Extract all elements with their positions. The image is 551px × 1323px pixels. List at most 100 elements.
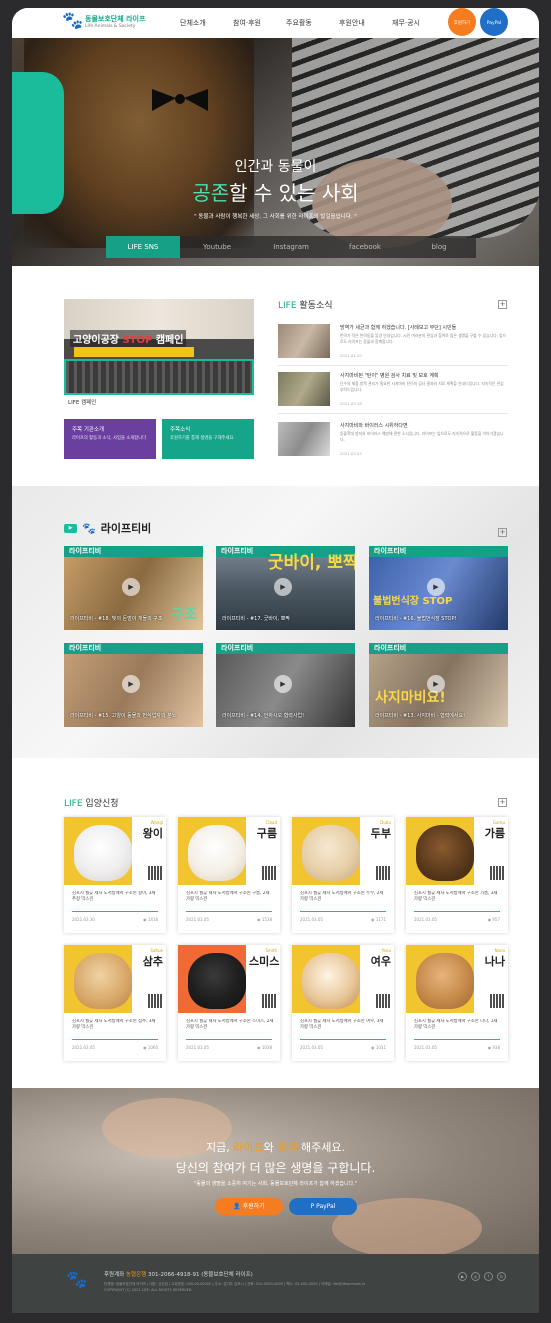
quick-box-about[interactable]: 주목 기관소개 라이프의 활동과 소식, 사업을 소개합니다 [64, 419, 156, 459]
adoption-section: LIFE 입양신청 + Wangi 왕이 김포시 월곶 세사 도서방에서 구조된 … [12, 758, 539, 1088]
adoption-photo: Wangi 왕이 [64, 817, 166, 885]
cta-line1-post: 해주세요. [301, 1141, 345, 1154]
header-paypal-label: PayPal [486, 21, 502, 26]
adoption-card[interactable]: Yeou 여우 김포시 월곶 세사 도서방에서 구조된 여우, 3세 가량 믹스견… [292, 945, 394, 1061]
youtube-icon[interactable]: ▶ [458, 1272, 467, 1281]
tab-instagram[interactable]: Instagram [254, 236, 328, 258]
tab-youtube[interactable]: Youtube [180, 236, 254, 258]
video-card[interactable]: 라이프티비 사지마비요! ▶ 라이프티비 - #13. 사지마비 - 협력에서요… [369, 643, 508, 727]
lifetv-more-button[interactable]: + [498, 528, 507, 537]
cta-line1-mid: 와 [263, 1141, 274, 1154]
campaign-title-post: 캠페인 [155, 335, 184, 346]
adoption-card[interactable]: Dubu 두부 김포시 월곶 세사 도서방에서 구조된 두부, 2세 가량 믹스견… [292, 817, 394, 933]
adoption-card[interactable]: Smith 스미스 김포시 월곶 세사 도서방에서 구조된 스미스, 2세 가량 … [178, 945, 280, 1061]
footer-info: 단체명: 동물보호단체 라이프 | 대표: 심인섭 | 고유번호: 000-00… [104, 1282, 434, 1293]
video-card[interactable]: 라이프티비 불법번식장 STOP ▶ 라이프티비 - #16. 불법번식장 ST… [369, 546, 508, 630]
dog-image [74, 953, 132, 1009]
play-icon[interactable]: ▶ [122, 675, 140, 693]
card-divider [414, 1039, 500, 1040]
card-views: ◉ 938 [487, 1045, 500, 1050]
hero-highlight: 공존 [192, 181, 230, 205]
adoption-title: LIFE 입양신청 [64, 796, 119, 809]
adoption-card[interactable]: Nana 나나 김포시 월곶 세사 도서방에서 구조된 나나, 1세 가량 믹스견… [406, 945, 508, 1061]
nav-item-about[interactable]: 단체소개 [180, 18, 233, 28]
qr-code-icon [148, 866, 162, 880]
blog-icon[interactable]: b [497, 1272, 506, 1281]
instagram-icon[interactable]: ◎ [471, 1272, 480, 1281]
campaign-banner[interactable]: 고양이공장 STOP 캠페인 LIFE 캠페인 [64, 299, 254, 407]
video-card[interactable]: 라이프티비 굿바이, 뽀짝 ▶ 라이프티비 - #17. 굿바이, 뽀짝 [216, 546, 355, 630]
dog-image [74, 825, 132, 881]
play-icon[interactable]: ▶ [427, 578, 445, 596]
nav-item-participate[interactable]: 참여·후원 [233, 18, 286, 28]
card-views: ◉ 1031 [371, 1045, 386, 1050]
adoption-name-panel: Saltue 삼추 [132, 945, 166, 1013]
adoption-card[interactable]: Wangi 왕이 김포시 월곶 세사 도서방에서 구조된 왕이, 3세 추정 믹스… [64, 817, 166, 933]
card-text: 김포시 월곶 세사 도서방에서 구조된 삼추, 3세 가량 믹스견 [72, 1019, 156, 1031]
news-item[interactable]: 사지마비와 바이러스 시위하다면 동물학대 방지와 바이러스 예방에 관한 소식… [278, 422, 508, 464]
dog-name: 구름 [256, 827, 277, 840]
activity-more-button[interactable]: + [498, 300, 507, 309]
card-text: 김포시 월곶 세사 도서방에서 구조된 구름, 2세 가량 믹스견 [186, 891, 270, 903]
card-views: ◉ 1538 [257, 917, 272, 922]
paw-logo-icon: 🐾 [62, 11, 84, 31]
cta-paypal-button[interactable]: P PayPal [289, 1198, 357, 1215]
footer-copyright: COPYRIGHT (C) 2021 LIFE. ALL RIGHTS RESE… [104, 1287, 193, 1292]
card-text: 김포시 월곶 세사 도서방에서 구조된 가름, 3세 가량 믹스견 [414, 891, 498, 903]
dog-image [188, 825, 246, 881]
sns-tab-bar: LIFE SNS Youtube Instagram facebook blog [106, 236, 476, 258]
campaign-title: 고양이공장 STOP 캠페인 [70, 330, 187, 347]
card-divider [300, 911, 386, 912]
tab-life-sns[interactable]: LIFE SNS [106, 236, 180, 258]
cta-line2: 당신의 참여가 더 많은 생명을 구합니다. [175, 1161, 376, 1175]
news-item[interactable]: 사지마비된 "탄이" 병원 검사 치료 및 보호 계획 단수의 체중 방목 관리… [278, 372, 508, 414]
campaign-title-pre: 고양이공장 [73, 335, 119, 346]
nav-item-activities[interactable]: 주요활동 [286, 18, 339, 28]
activity-news-title: LIFE 활동소식 [278, 298, 333, 311]
play-icon[interactable]: ▶ [274, 578, 292, 596]
adoption-photo: Nana 나나 [406, 945, 508, 1013]
qr-code-icon [262, 994, 276, 1008]
card-text: 김포시 월곶 세사 도서방에서 구조된 왕이, 3세 추정 믹스견 [72, 891, 156, 903]
cta-donate-button[interactable]: 👤 후원하기 [215, 1198, 283, 1215]
news-item[interactable]: 방역가 세균과 함께 하겠습니다. [사례보고 무단] 시민들 반려가 작은 반… [278, 324, 508, 366]
tab-blog[interactable]: blog [402, 236, 476, 258]
adoption-more-button[interactable]: + [498, 798, 507, 807]
facebook-icon[interactable]: f [484, 1272, 493, 1281]
play-icon[interactable]: ▶ [274, 675, 292, 693]
tab-facebook[interactable]: facebook [328, 236, 402, 258]
adoption-card[interactable]: Gareu 가름 김포시 월곶 세사 도서방에서 구조된 가름, 3세 가량 믹스… [406, 817, 508, 933]
video-card[interactable]: 라이프티비 ▶ 라이프티비 - #14. 인하시오 협력사업! [216, 643, 355, 727]
play-icon[interactable]: ▶ [122, 578, 140, 596]
header-donate-button[interactable]: 후원하기 [448, 8, 476, 36]
news-body: 단수의 체중 방목 관리가 필요한 사지마비 탄이의 검사 결과와 치료 계획을… [340, 381, 504, 392]
card-date: 2021.03.05 [300, 1045, 323, 1050]
nav-item-finance[interactable]: 재무·공시 [392, 18, 445, 28]
activity-news-title-text: 활동소식 [299, 301, 333, 311]
card-views: ◉ 1171 [371, 917, 386, 922]
video-caption: 라이프티비 - #15. 고양이 동물과 번식업자의 분노 [70, 713, 177, 719]
footer-bank: 농협은행 [126, 1272, 147, 1278]
adoption-card[interactable]: Saltue 삼추 김포시 월곶 세사 도서방에서 구조된 삼추, 3세 가량 믹… [64, 945, 166, 1061]
news-thumbnail [278, 324, 330, 358]
footer-logo-icon: 🐾 [66, 1270, 88, 1290]
card-views-count: 1060 [147, 1045, 158, 1050]
quick-box-news[interactable]: 주목소식 후원하기를 통해 생명을 구해주세요 [162, 419, 254, 459]
news-date: 2021.03.03 [340, 451, 362, 456]
youtube-play-icon: ▶ [64, 523, 77, 533]
header-paypal-button[interactable]: PayPal [480, 8, 508, 36]
play-icon[interactable]: ▶ [427, 675, 445, 693]
logo[interactable]: 🐾 동물보호단체 라이프 Life Animals & Society [62, 11, 145, 31]
site-footer: 🐾 후원계좌 농협은행 301-2066-4918-91 (동물보호단체 라이프… [12, 1254, 539, 1313]
card-date: 2021.03.05 [186, 1045, 209, 1050]
adoption-card[interactable]: Cloud 구름 김포시 월곶 세사 도서방에서 구조된 구름, 2세 가량 믹스… [178, 817, 280, 933]
video-card[interactable]: 라이프티비 ▶ 라이프티비 - #15. 고양이 동물과 번식업자의 분노 [64, 643, 203, 727]
video-card[interactable]: 라이프티비 구조 ▶ 라이프티비 - #18. 빛의 돈벌이 개들의 구조 [64, 546, 203, 630]
card-date: 2021.03.05 [186, 917, 209, 922]
side-tab[interactable] [12, 72, 64, 214]
hero-line1: 인간과 동물이 [234, 159, 317, 175]
video-header: 라이프티비 [64, 643, 203, 654]
campaign-cage-image [64, 359, 254, 395]
adoption-photo: Saltue 삼추 [64, 945, 166, 1013]
nav-item-support[interactable]: 후원안내 [339, 18, 392, 28]
